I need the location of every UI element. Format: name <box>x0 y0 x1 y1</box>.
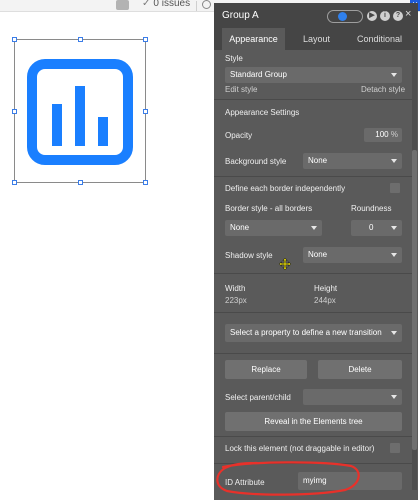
border-independent-checkbox[interactable] <box>390 183 400 193</box>
preview-icon[interactable]: ▶ <box>367 11 377 21</box>
resize-handle-top[interactable] <box>78 37 83 42</box>
parent-child-dropdown[interactable] <box>303 389 402 405</box>
shadow-style-value: None <box>308 250 328 259</box>
visibility-toggle[interactable] <box>327 10 363 23</box>
delete-button[interactable]: Delete <box>318 360 402 379</box>
chevron-down-icon <box>391 331 397 335</box>
style-dropdown[interactable]: Standard Group <box>225 67 402 83</box>
background-style-label: Background style <box>225 157 287 166</box>
section-divider <box>214 436 412 437</box>
panel-title: Group A <box>222 10 259 21</box>
transition-placeholder: Select a property to define a new transi… <box>230 328 382 337</box>
roundness-dropdown[interactable]: 0 <box>351 220 402 236</box>
section-divider <box>214 176 412 177</box>
bar-chart-icon <box>27 59 133 165</box>
opacity-input[interactable]: 100 % <box>364 128 402 142</box>
panel-tabs: Appearance Layout Conditional <box>214 28 418 50</box>
panel-header: Group A ▶ i ? × <box>214 3 418 28</box>
detach-style-link[interactable]: Detach style <box>361 85 405 94</box>
chevron-down-icon <box>391 395 397 399</box>
property-editor-panel: Group A ▶ i ? × Appearance Layout Condit… <box>214 3 418 500</box>
package-icon[interactable] <box>116 0 129 10</box>
section-divider <box>214 353 412 354</box>
resize-handle-right[interactable] <box>143 109 148 114</box>
section-divider <box>214 273 412 274</box>
visibility-toggle-icon <box>338 12 347 21</box>
width-value: 223px <box>225 296 247 305</box>
opacity-label: Opacity <box>225 131 253 140</box>
tab-conditional[interactable]: Conditional <box>348 28 411 50</box>
help-icon[interactable]: ? <box>393 11 403 21</box>
panel-scrollbar[interactable] <box>412 50 417 490</box>
lock-element-checkbox[interactable] <box>390 443 400 453</box>
chevron-down-icon <box>391 159 397 163</box>
resize-handle-bottom[interactable] <box>78 180 83 185</box>
section-divider <box>214 312 412 313</box>
chevron-down-icon <box>391 226 397 230</box>
parent-child-label: Select parent/child <box>225 393 291 402</box>
style-value: Standard Group <box>230 70 287 79</box>
background-style-value: None <box>308 156 328 165</box>
style-label: Style <box>225 54 243 63</box>
height-label: Height <box>314 284 338 293</box>
resize-handle-bottom-left[interactable] <box>12 180 17 185</box>
close-icon[interactable]: × <box>405 8 411 20</box>
shadow-style-label: Shadow style <box>225 251 273 260</box>
opacity-value: 100 <box>375 130 389 139</box>
roundness-value: 0 <box>369 223 374 232</box>
lock-element-label: Lock this element (not draggable in edit… <box>225 444 375 453</box>
info-icon[interactable]: i <box>380 11 390 21</box>
tab-appearance[interactable]: Appearance <box>222 28 285 50</box>
resize-handle-left[interactable] <box>12 109 17 114</box>
resize-handle-bottom-right[interactable] <box>143 180 148 185</box>
selected-group-element[interactable] <box>12 37 148 185</box>
resize-handle-top-left[interactable] <box>12 37 17 42</box>
shadow-style-dropdown[interactable]: None <box>303 247 402 263</box>
chevron-down-icon <box>391 253 397 257</box>
check-icon: ✓ <box>142 0 151 9</box>
issues-indicator[interactable]: ✓ 0 issues <box>142 0 190 9</box>
appearance-settings-heading: Appearance Settings <box>225 108 300 117</box>
tab-layout[interactable]: Layout <box>285 28 348 50</box>
chevron-down-icon <box>311 226 317 230</box>
transition-property-dropdown[interactable]: Select a property to define a new transi… <box>225 324 402 342</box>
roundness-label: Roundness <box>351 204 392 213</box>
status-circle-icon[interactable] <box>202 0 211 9</box>
border-style-value: None <box>230 223 250 232</box>
edit-style-link[interactable]: Edit style <box>225 85 257 94</box>
border-style-label: Border style - all borders <box>225 204 313 213</box>
move-cursor-icon <box>279 258 291 270</box>
section-divider <box>214 99 412 100</box>
border-style-dropdown[interactable]: None <box>225 220 322 236</box>
chevron-down-icon <box>391 73 397 77</box>
background-style-dropdown[interactable]: None <box>303 153 402 169</box>
toolbar-divider <box>196 1 197 11</box>
red-annotation-circle <box>216 461 360 496</box>
border-independent-label: Define each border independently <box>225 184 346 193</box>
scrollbar-thumb[interactable] <box>412 150 417 450</box>
resize-handle-top-right[interactable] <box>143 37 148 42</box>
reveal-in-elements-tree-button[interactable]: Reveal in the Elements tree <box>225 412 402 431</box>
replace-button[interactable]: Replace <box>225 360 307 379</box>
width-label: Width <box>225 284 246 293</box>
opacity-unit: % <box>390 130 398 139</box>
issues-label: 0 issues <box>153 0 191 9</box>
height-value: 244px <box>314 296 336 305</box>
